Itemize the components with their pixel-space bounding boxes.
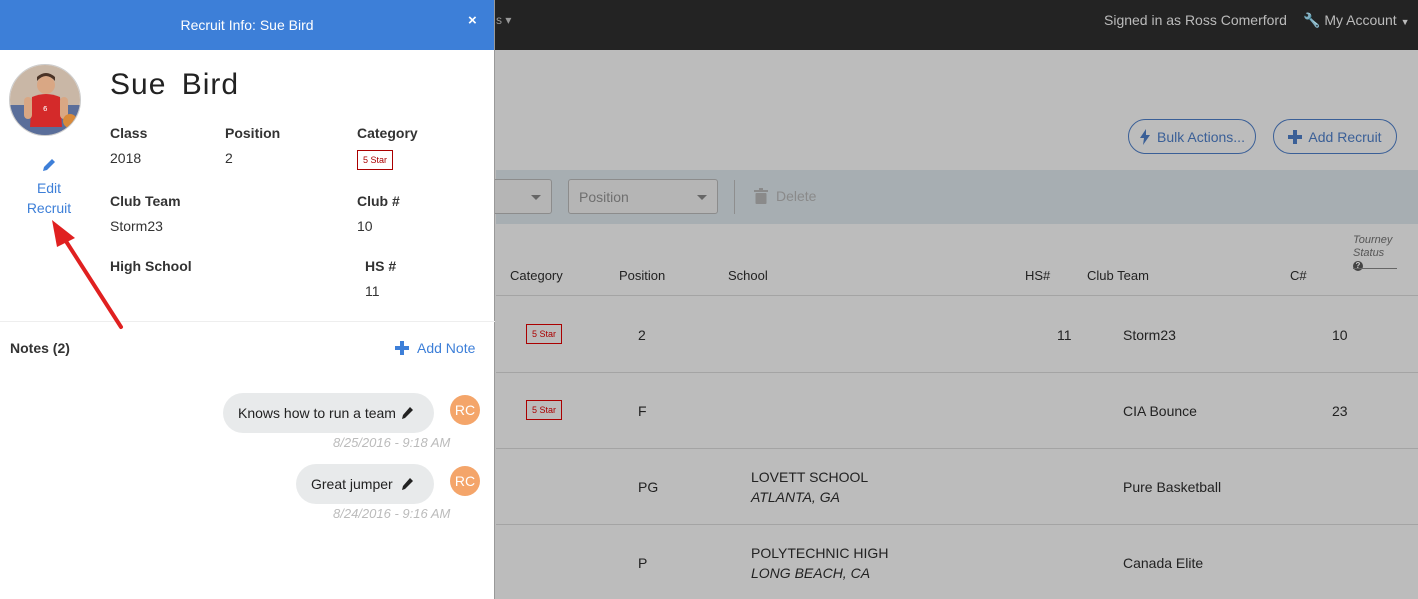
annotation-arrow [52, 220, 123, 329]
